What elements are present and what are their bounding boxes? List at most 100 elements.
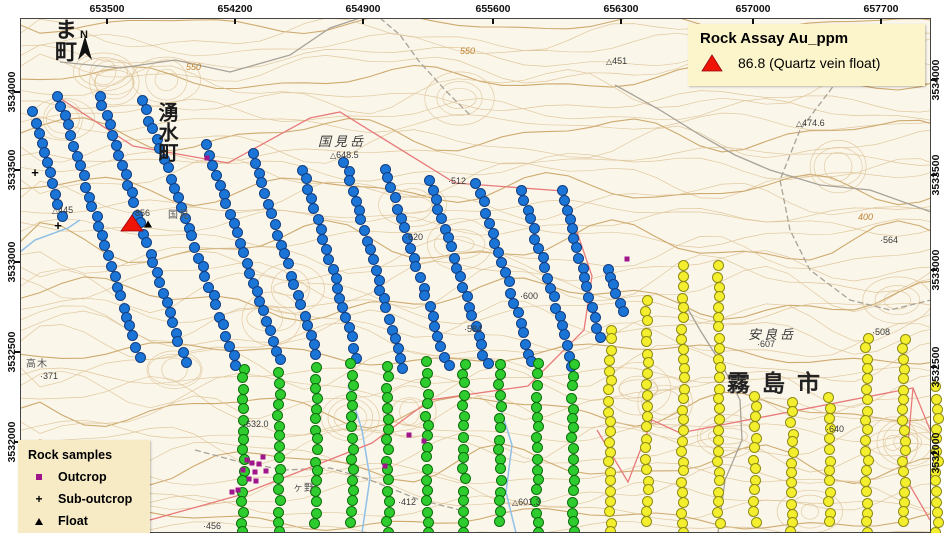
soil-sample-dot-yellow: [861, 465, 872, 476]
spot-elevation: △601.3: [512, 497, 541, 507]
axis-tick-left: [14, 169, 20, 171]
soil-sample-dot-green: [494, 516, 505, 527]
axis-tick-right: [931, 269, 937, 271]
soil-sample-dot-yellow: [898, 516, 909, 527]
soil-sample-dot-yellow: [605, 496, 616, 507]
soil-sample-dot-green: [238, 507, 249, 518]
axis-tick-left: [14, 91, 20, 93]
soil-sample-dot-blue: [595, 332, 606, 343]
spot-elevation: ·412: [398, 497, 416, 507]
soil-sample-dot-green: [273, 484, 284, 495]
soil-sample-dot-yellow: [751, 401, 762, 412]
soil-sample-dot-blue: [538, 252, 549, 263]
contour-elevation-label: 400: [858, 212, 873, 222]
soil-sample-dot-blue: [152, 267, 163, 278]
axis-label-easting: 655600: [475, 3, 510, 15]
soil-sample-dot-yellow: [862, 424, 873, 435]
outcrop-sample-square: [264, 469, 269, 474]
soil-sample-dot-yellow: [678, 271, 689, 282]
spot-elevation: ·620: [405, 232, 423, 242]
outcrop-sample-square: [383, 464, 388, 469]
soil-sample-dot-blue: [301, 173, 312, 184]
soil-sample-dot-green: [422, 507, 433, 518]
soil-sample-dot-blue: [516, 185, 527, 196]
soil-sample-dot-yellow: [751, 517, 762, 528]
soil-sample-dot-blue: [306, 193, 317, 204]
soil-sample-dot-yellow: [678, 260, 689, 271]
place-label: 霧島市: [727, 364, 832, 398]
soil-sample-dot-blue: [479, 196, 490, 207]
axis-label-easting: 657700: [863, 3, 898, 15]
legend-rock-assay-item: 86.8 (Quartz vein float): [738, 55, 880, 71]
soil-sample-dot-green: [237, 526, 248, 533]
contour-elevation-label: 550: [186, 62, 201, 72]
soil-sample-dot-blue: [232, 227, 243, 238]
soil-sample-dot-green: [383, 474, 394, 485]
axis-tick-top: [362, 18, 364, 24]
soil-sample-dot-green: [275, 495, 286, 506]
soil-sample-dot-green: [460, 473, 471, 484]
soil-sample-dot-green: [568, 454, 579, 465]
soil-sample-dot-green: [568, 485, 579, 496]
outcrop-sample-square: [407, 433, 412, 438]
soil-sample-dot-blue: [397, 363, 408, 374]
outcrop-sample-square: [205, 156, 210, 161]
soil-sample-dot-yellow: [931, 486, 942, 497]
soil-sample-dot-green: [346, 454, 357, 465]
soil-sample-dot-yellow: [641, 464, 652, 475]
spot-elevation: ·371: [40, 371, 58, 381]
axis-tick-top: [620, 18, 622, 24]
soil-sample-dot-green: [494, 495, 505, 506]
outcrop-sample-square: [241, 468, 246, 473]
soil-sample-dot-blue: [154, 277, 165, 288]
soil-sample-dot-blue: [189, 242, 200, 253]
axis-tick-right: [931, 452, 937, 454]
soil-sample-dot-yellow: [642, 368, 653, 379]
legend-item-sub-outcrop-label: Sub-outcrop: [58, 492, 132, 506]
soil-sample-dot-green: [493, 444, 504, 455]
soil-sample-dot-blue: [462, 291, 473, 302]
soil-sample-dot-green: [533, 527, 544, 533]
soil-sample-dot-yellow: [824, 475, 835, 486]
outcrop-sample-square: [257, 462, 262, 467]
axis-tick-top: [492, 18, 494, 24]
outcrop-sample-square: [230, 490, 235, 495]
soil-sample-dot-green: [382, 486, 393, 497]
soil-sample-dot-green: [273, 473, 284, 484]
spot-elevation: ·508: [872, 327, 890, 337]
place-label: 国見: [168, 206, 190, 221]
axis-tick-right: [931, 79, 937, 81]
spot-elevation: ·584: [464, 324, 482, 334]
soil-sample-dot-blue: [181, 357, 192, 368]
sub-outcrop-sample-cross: +: [31, 168, 39, 178]
soil-sample-dot-green: [531, 392, 542, 403]
float-sample-triangle: [144, 221, 152, 228]
soil-sample-dot-blue: [96, 100, 107, 111]
map-viewport[interactable]: ++ ま町湧水町霧島市国見岳安良岳国見高木ヶ野·856△445△648.5△45…: [0, 0, 950, 533]
red-triangle-icon: [700, 53, 724, 72]
axis-label-easting: 654900: [345, 3, 380, 15]
soil-sample-dot-blue: [258, 305, 269, 316]
soil-sample-dot-yellow: [860, 342, 871, 353]
soil-sample-dot-blue: [163, 162, 174, 173]
soil-sample-dot-green: [273, 399, 284, 410]
soil-sample-dot-green: [532, 454, 543, 465]
axis-tick-left: [14, 261, 20, 263]
soil-sample-dot-blue: [167, 317, 178, 328]
soil-sample-dot-blue: [444, 360, 455, 371]
soil-sample-dot-green: [457, 463, 468, 474]
axis-tick-right: [931, 174, 937, 176]
soil-sample-dot-yellow: [786, 487, 797, 498]
soil-sample-dot-yellow: [788, 447, 799, 458]
soil-sample-dot-green: [312, 393, 323, 404]
soil-sample-dot-green: [347, 433, 358, 444]
soil-sample-dot-blue: [135, 352, 146, 363]
soil-sample-dot-yellow: [786, 499, 797, 510]
soil-sample-dot-blue: [283, 258, 294, 269]
soil-sample-dot-green: [312, 444, 323, 455]
soil-sample-dot-blue: [86, 201, 97, 212]
soil-sample-dot-blue: [483, 358, 494, 369]
soil-sample-dot-green: [274, 430, 285, 441]
soil-sample-dot-yellow: [678, 344, 689, 355]
legend-item-sub-outcrop: + Sub-outcrop: [28, 492, 150, 506]
